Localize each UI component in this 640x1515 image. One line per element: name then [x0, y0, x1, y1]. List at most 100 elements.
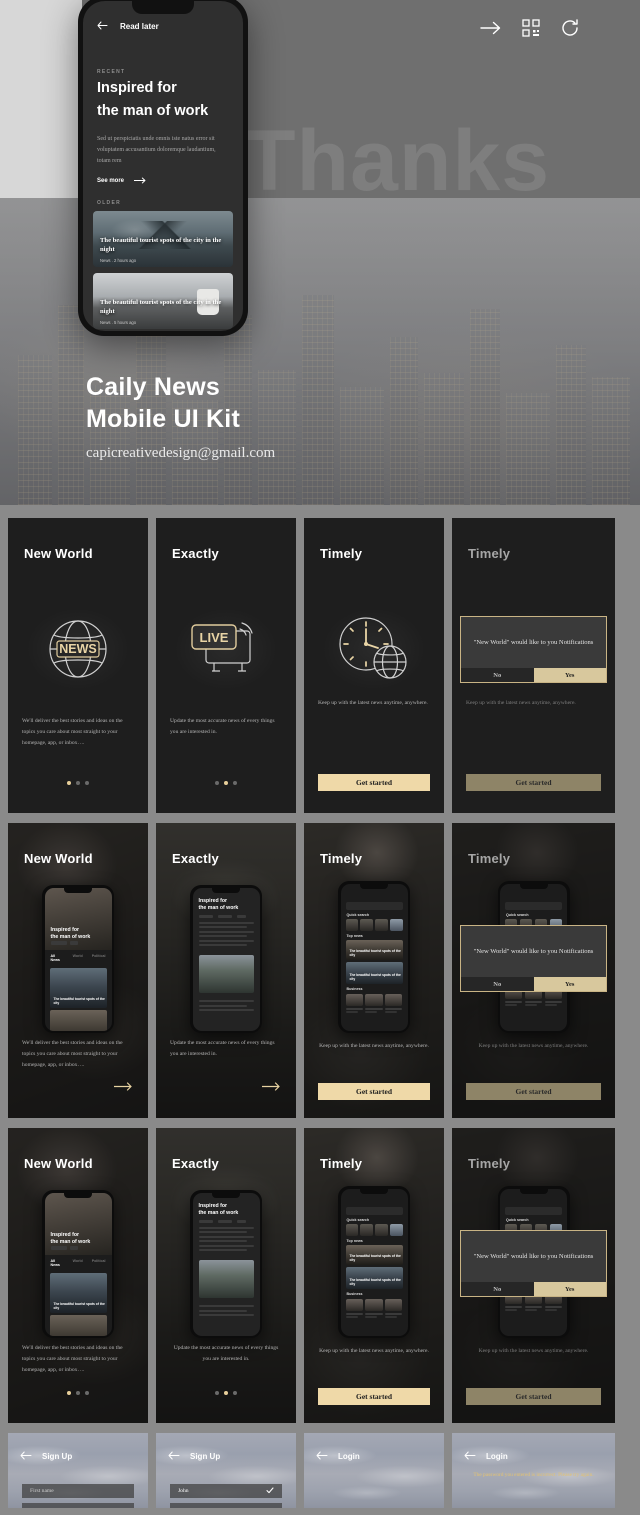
- mini-headline-2: the man of work: [198, 905, 239, 912]
- back-arrow-icon[interactable]: [20, 1447, 32, 1465]
- hero-email: capicreativedesign@gmail.com: [86, 445, 276, 461]
- screen-timely-mockup[interactable]: Timely Quick search Top news The beautif…: [304, 823, 444, 1118]
- mini-search-input[interactable]: [505, 901, 562, 910]
- form-navbar: Sign Up: [20, 1447, 72, 1465]
- mini-tab-all[interactable]: All News: [51, 1259, 64, 1267]
- dot-2[interactable]: [76, 1391, 80, 1395]
- get-started-button[interactable]: Get started: [318, 774, 430, 791]
- dot-2[interactable]: [76, 781, 80, 785]
- qr-code-icon[interactable]: [522, 19, 540, 37]
- back-arrow-icon[interactable]: [168, 1447, 180, 1465]
- notification-dialog[interactable]: "New World" would like to you Notificati…: [460, 1230, 607, 1298]
- dot-1[interactable]: [67, 781, 71, 785]
- screen-exactly-mockup[interactable]: Exactly Inspired for the man of work Upd…: [156, 823, 296, 1118]
- screen-new-world-mockup-dots[interactable]: New World Inspired for the man of work A…: [8, 1128, 148, 1423]
- mini-phone-mockup: Inspired for the man of work: [190, 1190, 262, 1338]
- screen-signup-filled[interactable]: Sign Up John: [156, 1433, 296, 1508]
- next-arrow-icon[interactable]: [261, 1078, 282, 1096]
- notification-dialog[interactable]: "New World" would like to you Notificati…: [460, 616, 607, 684]
- refresh-icon[interactable]: [560, 18, 580, 38]
- card-title: Timely: [468, 851, 511, 866]
- grid-row-2: New World Inspired for the man of work A…: [8, 823, 640, 1118]
- back-arrow-icon[interactable]: [464, 1447, 476, 1465]
- dialog-message: "New World" would like to you Notificati…: [473, 948, 594, 955]
- first-name-input[interactable]: John: [170, 1484, 282, 1498]
- mini-phone-mockup: Quick search Top news The beautiful tour…: [338, 1186, 410, 1338]
- screen-signup-empty[interactable]: Sign Up First name: [8, 1433, 148, 1508]
- dialog-no-button[interactable]: No: [461, 668, 534, 683]
- pagination-dots[interactable]: [8, 1391, 148, 1395]
- mini-section-quick: Quick search: [506, 1217, 529, 1222]
- mini-tab-political[interactable]: Political: [92, 1259, 106, 1267]
- card-description: Keep up with the latest news anytime, an…: [478, 1043, 589, 1049]
- screen-login-error[interactable]: Login The password you entered is incorr…: [452, 1433, 615, 1508]
- dot-2[interactable]: [224, 781, 228, 785]
- card-title: Timely: [468, 1156, 511, 1171]
- get-started-button[interactable]: Get started: [318, 1083, 430, 1100]
- see-more-link[interactable]: See more: [83, 167, 243, 186]
- mini-tabs[interactable]: All News World Political: [44, 949, 112, 966]
- mini-tab-all[interactable]: All News: [51, 954, 64, 962]
- mini-phone-mockup: Inspired for the man of work All News Wo…: [42, 885, 114, 1033]
- get-started-button[interactable]: Get started: [466, 1388, 601, 1405]
- screen-login[interactable]: Login: [304, 1433, 444, 1508]
- phone-article-card[interactable]: The beautiful tourist spots of the city …: [93, 272, 233, 329]
- next-arrow-icon[interactable]: [113, 1078, 134, 1096]
- screen-new-world-illustration[interactable]: New World NEWS We'll deliver the best st…: [8, 518, 148, 813]
- dot-3[interactable]: [233, 1391, 237, 1395]
- dot-3[interactable]: [85, 1391, 89, 1395]
- first-name-value: First name: [30, 1488, 54, 1494]
- card-description: We'll deliver the best stories and ideas…: [22, 1345, 123, 1374]
- mini-tab-world[interactable]: World: [73, 954, 83, 962]
- card-description: Update the most accurate news of every t…: [170, 1040, 275, 1058]
- back-arrow-icon[interactable]: [316, 1447, 328, 1465]
- mini-tabs[interactable]: All News World Political: [44, 1254, 112, 1271]
- arrow-right-icon[interactable]: [480, 20, 502, 36]
- pagination-dots[interactable]: [156, 1391, 296, 1395]
- first-name-input[interactable]: First name: [22, 1484, 134, 1498]
- dialog-yes-button[interactable]: Yes: [533, 668, 606, 683]
- screen-timely-illustration[interactable]: Timely Keep up with the latest news anyt…: [304, 518, 444, 813]
- dialog-message: "New World" would like to you Notificati…: [473, 1253, 594, 1260]
- mini-search-input[interactable]: [505, 1206, 562, 1215]
- dot-1[interactable]: [67, 1391, 71, 1395]
- mini-feature-image: [198, 955, 254, 994]
- screen-timely-mockup-2[interactable]: Timely Quick search Top news The beautif…: [304, 1128, 444, 1423]
- mini-tab-world[interactable]: World: [73, 1259, 83, 1267]
- screen-timely-notification-dialog[interactable]: Timely Keep up with the latest news anyt…: [452, 518, 615, 813]
- dialog-no-button[interactable]: No: [461, 1282, 534, 1297]
- mini-headline-2: the man of work: [50, 1238, 91, 1245]
- second-field-input[interactable]: [22, 1503, 134, 1508]
- get-started-button[interactable]: Get started: [466, 1083, 601, 1100]
- notification-dialog[interactable]: "New World" would like to you Notificati…: [460, 925, 607, 993]
- dialog-no-button[interactable]: No: [461, 977, 534, 992]
- second-field-input[interactable]: [170, 1503, 282, 1508]
- screen-timely-mockup-dialog-2[interactable]: Timely Quick search Top news: [452, 1128, 615, 1423]
- dot-3[interactable]: [85, 781, 89, 785]
- dot-2[interactable]: [224, 1391, 228, 1395]
- phone-article-card[interactable]: The beautiful tourist spots of the city …: [93, 210, 233, 267]
- pagination-dots[interactable]: [156, 781, 296, 785]
- mini-hero: Inspired for the man of work: [44, 1192, 112, 1255]
- dot-1[interactable]: [215, 1391, 219, 1395]
- mini-phone-mockup: Quick search Top news The beautiful tour…: [338, 881, 410, 1033]
- screen-exactly-illustration[interactable]: Exactly LIVE Update the most accurate ne…: [156, 518, 296, 813]
- screen-new-world-mockup[interactable]: New World Inspired for the man of work A…: [8, 823, 148, 1118]
- screen-exactly-mockup-dots[interactable]: Exactly Inspired for the man of work Upd…: [156, 1128, 296, 1423]
- mini-section-top: Top news: [346, 1238, 363, 1243]
- pagination-dots[interactable]: [8, 781, 148, 785]
- get-started-button[interactable]: Get started: [466, 774, 601, 791]
- screen-timely-mockup-dialog[interactable]: Timely Quick search Top news: [452, 823, 615, 1118]
- dialog-yes-button[interactable]: Yes: [533, 977, 606, 992]
- card-title: Exactly: [172, 1156, 219, 1171]
- get-started-button[interactable]: Get started: [318, 1388, 430, 1405]
- card-title: Timely: [468, 546, 511, 561]
- mini-search-input[interactable]: [345, 901, 403, 910]
- dot-1[interactable]: [215, 781, 219, 785]
- mini-tab-political[interactable]: Political: [92, 954, 106, 962]
- back-arrow-icon[interactable]: [97, 17, 108, 35]
- dot-3[interactable]: [233, 781, 237, 785]
- grid-row-4: Sign Up First name Sign Up John Login Lo…: [8, 1433, 640, 1508]
- dialog-yes-button[interactable]: Yes: [533, 1282, 606, 1297]
- mini-search-input[interactable]: [345, 1206, 403, 1215]
